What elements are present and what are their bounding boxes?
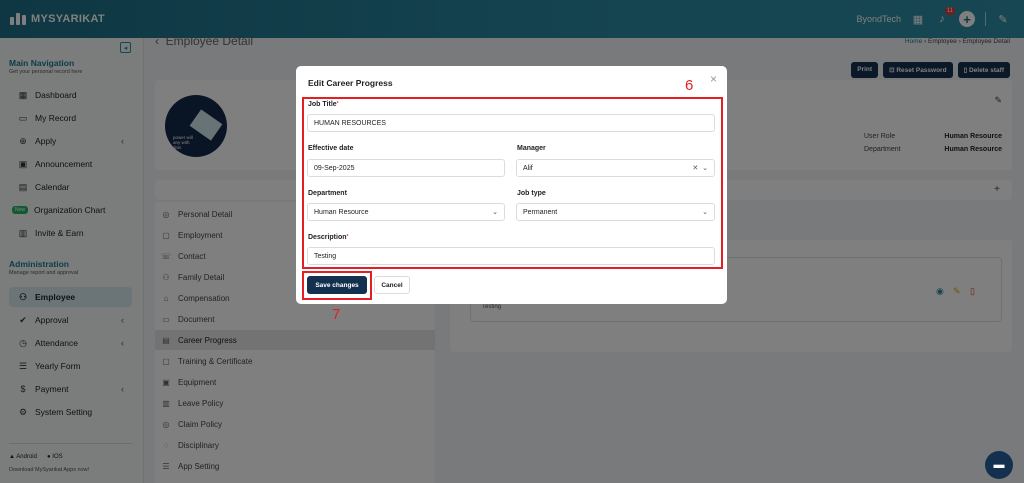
annotation-box-save — [302, 271, 372, 300]
annotation-step-7: 7 — [332, 306, 341, 323]
annotation-box-form-fields — [302, 97, 723, 269]
cancel-button[interactable]: Cancel — [374, 276, 410, 294]
close-icon[interactable]: × — [710, 72, 717, 86]
chat-button[interactable]: ▬ — [985, 451, 1013, 479]
chat-icon: ▬ — [993, 459, 1005, 471]
modal-title: Edit Career Progress — [308, 78, 393, 88]
annotation-step-6: 6 — [685, 77, 694, 94]
